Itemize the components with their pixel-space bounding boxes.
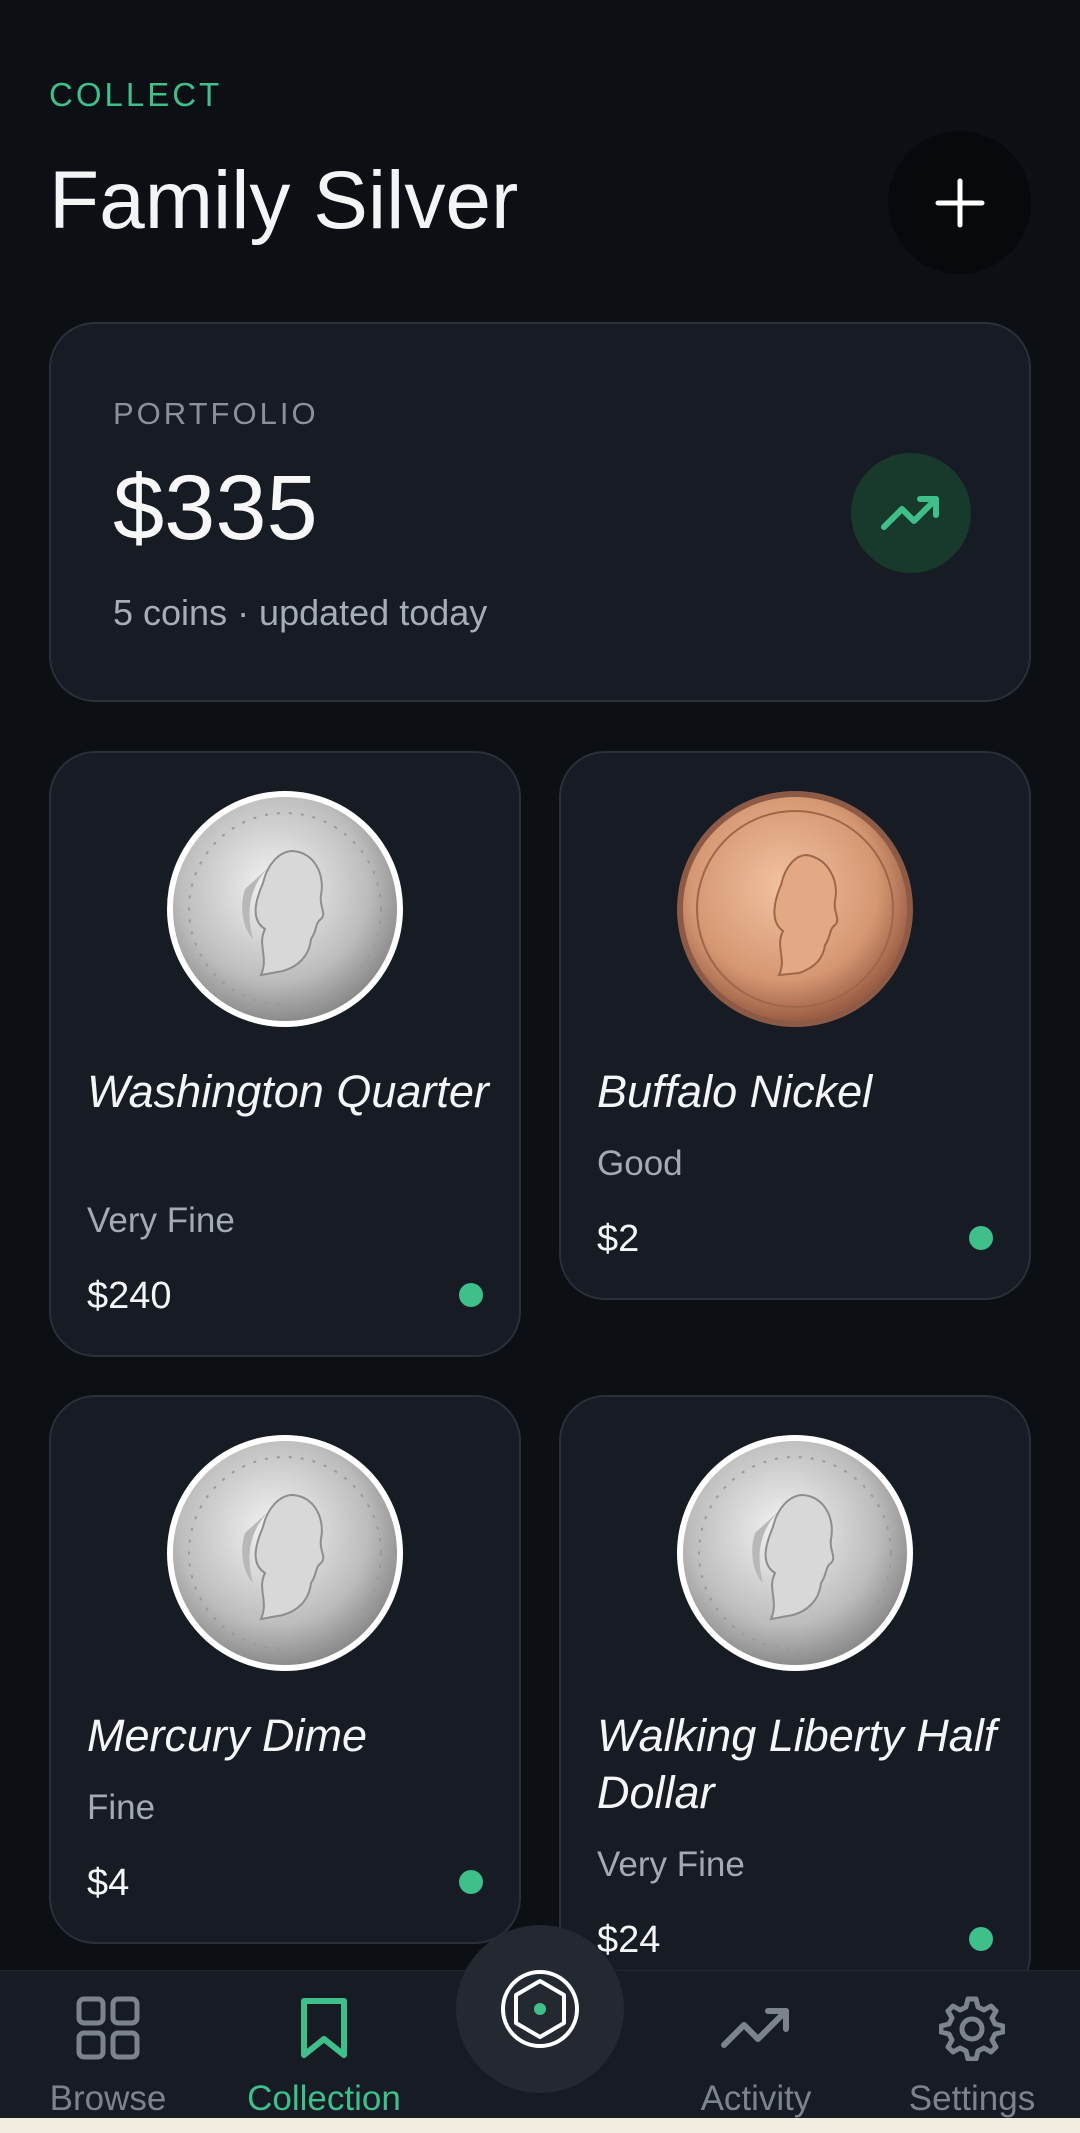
hexagon-scan-icon: [501, 1970, 579, 2048]
page-title: Family Silver: [49, 155, 519, 246]
coin-card[interactable]: Mercury Dime Fine $4: [49, 1395, 521, 1944]
status-dot: [459, 1283, 483, 1307]
gear-icon: [939, 1996, 1005, 2061]
status-dot: [459, 1870, 483, 1894]
coin-grade: Good: [597, 1144, 683, 1183]
bookmark-icon: [301, 1998, 347, 2058]
nav-item-browse[interactable]: Browse: [0, 1971, 216, 2119]
portfolio-value: $335: [113, 457, 318, 559]
nav-item-settings[interactable]: Settings: [864, 1971, 1080, 2119]
coin-price: $2: [597, 1218, 640, 1260]
nav-label: Browse: [49, 2079, 167, 2118]
coin-image: [675, 789, 915, 1029]
coin-grade: Very Fine: [87, 1201, 235, 1240]
scan-coin-button[interactable]: [456, 1925, 624, 2093]
coin-card[interactable]: Buffalo Nickel Good $2: [559, 751, 1031, 1300]
status-dot: [969, 1226, 993, 1250]
coin-grade: Very Fine: [597, 1845, 745, 1884]
coin-name: Buffalo Nickel: [597, 1066, 873, 1117]
coin-image: [675, 1433, 915, 1673]
coin-name: Mercury Dime: [87, 1710, 368, 1761]
nav-item-collection[interactable]: Collection: [216, 1971, 432, 2119]
grid-icon: [76, 1996, 140, 2060]
nav-item-activity[interactable]: Activity: [648, 1971, 864, 2119]
bottom-strip: [0, 2118, 1080, 2133]
coin-price: $240: [87, 1275, 172, 1317]
trending-up-icon: [881, 496, 939, 530]
portfolio-card[interactable]: PORTFOLIO $335 5 coins · updated today: [49, 322, 1031, 702]
coin-card[interactable]: Walking Liberty Half Dollar Very Fine $2…: [559, 1395, 1031, 2001]
nav-label: Activity: [700, 2079, 812, 2118]
coin-image: [165, 1433, 405, 1673]
portfolio-label: PORTFOLIO: [113, 396, 319, 431]
coin-grade: Fine: [87, 1788, 156, 1827]
coin-price: $24: [597, 1919, 661, 1961]
coin-card[interactable]: Washington Quarter Very Fine $240: [49, 751, 521, 1357]
app-screen: COLLECT Family Silver PORTFOLIO $335 5 c…: [0, 0, 1080, 2133]
coin-price: $4: [87, 1862, 130, 1904]
coin-name: Walking Liberty Half Dollar: [597, 1710, 997, 1818]
add-coin-button[interactable]: [888, 131, 1031, 274]
nav-label: Settings: [908, 2079, 1036, 2118]
section-eyebrow: COLLECT: [49, 76, 223, 113]
coin-name: Washington Quarter: [87, 1066, 489, 1117]
trending-up-icon: [721, 2008, 789, 2048]
portfolio-trend-badge[interactable]: [851, 453, 971, 573]
status-dot: [969, 1927, 993, 1951]
coin-image: [165, 789, 405, 1029]
plus-icon: [935, 178, 984, 227]
nav-label: Collection: [247, 2079, 401, 2118]
portfolio-subtitle: 5 coins · updated today: [113, 592, 488, 633]
